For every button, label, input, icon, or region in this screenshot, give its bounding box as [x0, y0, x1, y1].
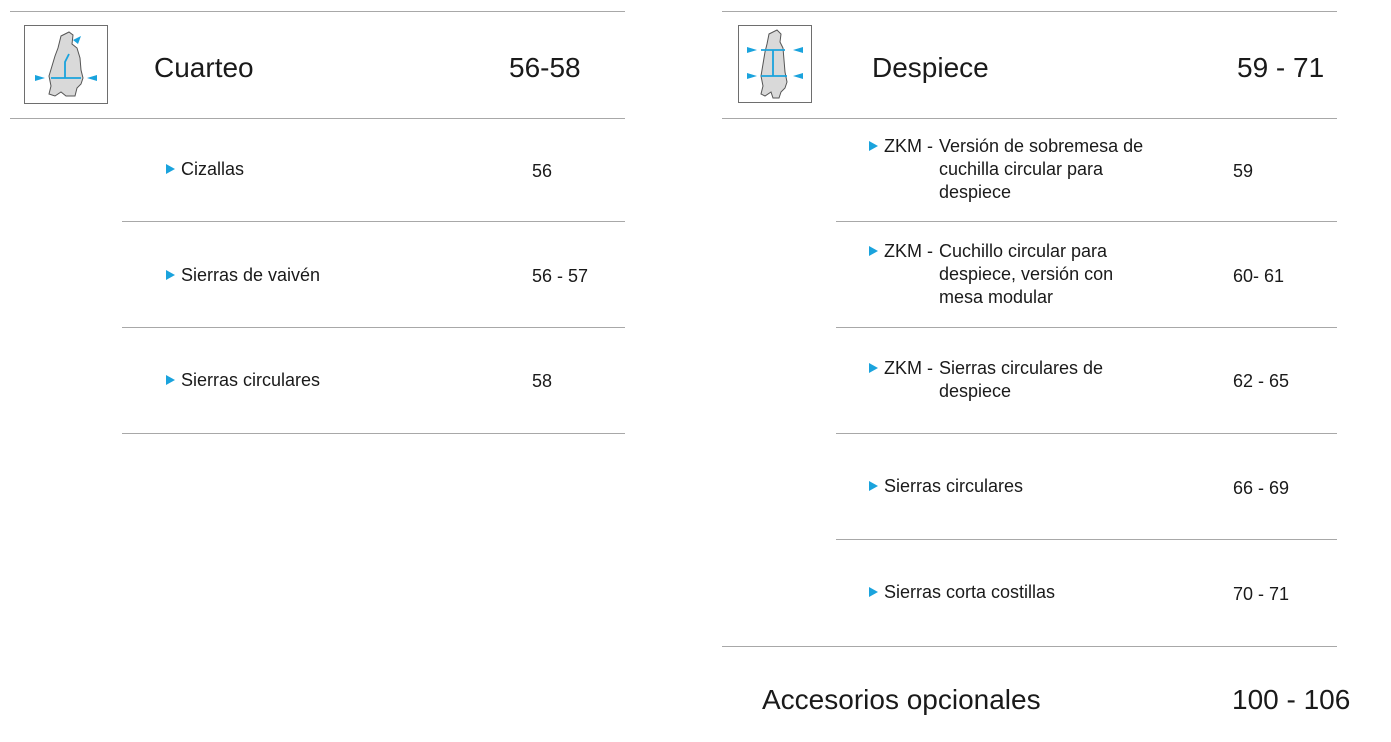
left-rule-3 — [122, 433, 625, 434]
item-pages: 56 - 57 — [532, 266, 589, 286]
bullet-arrow-icon — [166, 375, 175, 385]
bullet-arrow-icon — [166, 164, 175, 174]
right-top-rule — [722, 11, 1337, 12]
bullet-arrow-icon — [869, 246, 878, 256]
section-pages-cuarteo: 56-58 — [509, 52, 581, 83]
right-rule-1 — [836, 221, 1337, 222]
item-label: Cuchillo circular para despiece, versión… — [939, 241, 1114, 307]
item-label: Sierras circulares — [884, 476, 1024, 496]
item-label: Versión de sobremesa de cuchilla circula… — [939, 136, 1144, 202]
item-pages: 56 — [532, 161, 553, 181]
list-item-sierras-vaiven[interactable]: Sierras de vaivén — [166, 264, 320, 287]
item-label: Sierras de vaivén — [181, 265, 321, 285]
bullet-arrow-icon — [869, 141, 878, 151]
item-prefix: ZKM - — [884, 136, 933, 156]
item-label: Sierras circulares — [181, 370, 321, 390]
item-pages: 66 - 69 — [1233, 478, 1290, 498]
bullet-arrow-icon — [869, 481, 878, 491]
right-rule-2 — [836, 327, 1337, 328]
right-rule-5 — [722, 646, 1337, 647]
list-item-sierras-corta-costillas[interactable]: Sierras corta costillas — [869, 581, 1055, 604]
carcass-quartering-icon — [24, 25, 108, 104]
item-label: Sierras circulares de despiece — [939, 358, 1104, 401]
right-header-rule — [722, 118, 1337, 119]
right-rule-4 — [836, 539, 1337, 540]
bullet-arrow-icon — [869, 363, 878, 373]
bullet-arrow-icon — [869, 587, 878, 597]
item-prefix: ZKM - — [884, 358, 933, 378]
list-item-zkm-mesa-modular[interactable]: ZKM - Cuchillo circular para despiece, v… — [869, 240, 1144, 309]
item-pages: 70 - 71 — [1233, 584, 1290, 604]
bullet-arrow-icon — [166, 270, 175, 280]
left-rule-1 — [122, 221, 625, 222]
accessories-pages: 100 - 106 — [1232, 684, 1351, 715]
item-prefix: ZKM - — [884, 241, 933, 261]
section-title-despiece: Despiece — [872, 52, 989, 83]
list-item-sierras-circulares-despiece[interactable]: Sierras circulares — [869, 475, 1023, 498]
left-rule-2 — [122, 327, 625, 328]
list-item-zkm-sierras-despiece[interactable]: ZKM - Sierras circulares de despiece — [869, 357, 1154, 403]
item-pages: 58 — [532, 371, 553, 391]
item-label: Sierras corta costillas — [884, 582, 1056, 602]
accessories-label[interactable]: Accesorios opcionales — [762, 684, 1041, 716]
list-item-zkm-sobremesa[interactable]: ZKM - Versión de sobremesa de cuchilla c… — [869, 135, 1174, 204]
left-header-rule — [10, 118, 625, 119]
carcass-cutting-icon — [738, 25, 812, 103]
item-pages: 60- 61 — [1233, 266, 1285, 286]
item-label: Cizallas — [181, 159, 245, 179]
right-rule-3 — [836, 433, 1337, 434]
left-top-rule — [10, 11, 625, 12]
section-pages-despiece: 59 - 71 — [1237, 52, 1325, 83]
item-pages: 62 - 65 — [1233, 371, 1290, 391]
list-item-cizallas[interactable]: Cizallas — [166, 158, 244, 181]
list-item-sierras-circulares[interactable]: Sierras circulares — [166, 369, 320, 392]
section-title-cuarteo: Cuarteo — [154, 52, 254, 83]
item-pages: 59 — [1233, 161, 1254, 181]
